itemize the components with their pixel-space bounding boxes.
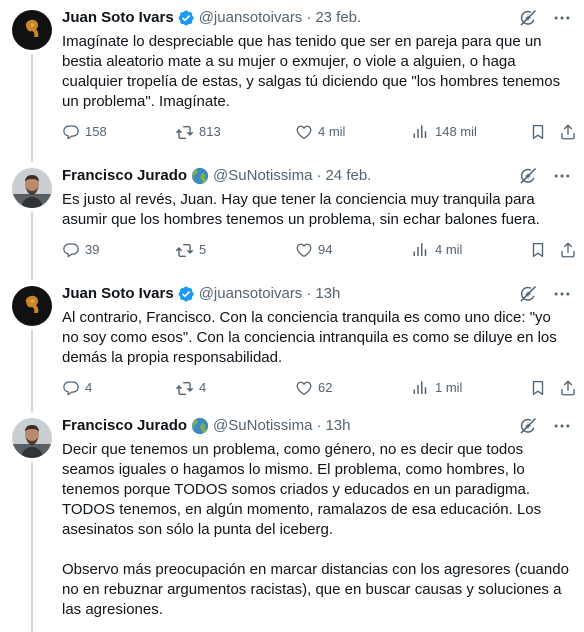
reply-icon — [62, 123, 80, 141]
bookmark-icon — [529, 241, 547, 259]
tweet-text: Al contrario, Francisco. Con la concienc… — [62, 309, 561, 366]
retweet-count: 813 — [199, 124, 221, 139]
tweet-text: Es justo al revés, Juan. Hay que tener l… — [62, 191, 540, 228]
avatar-image — [12, 10, 52, 50]
like-count: 62 — [318, 380, 333, 395]
share-button[interactable] — [559, 122, 577, 142]
views-button[interactable]: 4 mil — [412, 240, 462, 260]
globe-emoji-icon — [191, 167, 209, 185]
reply-count: 4 — [85, 380, 93, 395]
verified-badge-icon — [177, 9, 195, 27]
reply-button[interactable]: 39 — [62, 240, 99, 260]
views-count: 4 mil — [435, 242, 463, 257]
share-icon — [559, 241, 577, 259]
action-bar: 158 813 4 mil 148 mil — [62, 122, 578, 142]
user-handle[interactable]: @SuNotissima — [213, 416, 312, 436]
bookmark-icon — [529, 379, 547, 397]
action-bar: 39 5 94 4 mil — [62, 240, 578, 260]
reply-button[interactable]: 158 — [62, 122, 107, 142]
avatar[interactable] — [12, 286, 52, 326]
retweet-button[interactable]: 813 — [175, 122, 221, 142]
grok-icon[interactable] — [518, 166, 538, 186]
user-handle[interactable]: @SuNotissima — [213, 166, 312, 186]
display-name[interactable]: Francisco Jurado — [62, 166, 187, 186]
views-icon — [412, 241, 430, 259]
globe-emoji-icon — [191, 417, 209, 435]
grok-icon[interactable] — [518, 284, 538, 304]
avatar[interactable] — [12, 168, 52, 208]
share-icon — [559, 379, 577, 397]
retweet-count: 4 — [199, 380, 207, 395]
retweet-icon — [175, 123, 194, 142]
action-bar: 4 4 62 1 mil — [62, 378, 578, 398]
reply-button[interactable]: 4 — [62, 378, 92, 398]
views-count: 1 mil — [435, 380, 463, 395]
views-icon — [412, 379, 430, 397]
timestamp[interactable]: 24 feb. — [325, 166, 371, 186]
like-button[interactable]: 4 mil — [295, 122, 345, 142]
heart-icon — [295, 379, 313, 397]
share-button[interactable] — [559, 240, 577, 260]
display-name[interactable]: Juan Soto Ivars — [62, 8, 174, 28]
like-count: 94 — [318, 242, 333, 257]
reply-count: 39 — [85, 242, 100, 257]
display-name[interactable]: Juan Soto Ivars — [62, 284, 174, 304]
tweet-header: Francisco Jurado @SuNotissima · 24 feb. — [62, 166, 572, 186]
bookmark-button[interactable] — [529, 240, 547, 260]
retweet-count: 5 — [199, 242, 207, 257]
views-icon — [412, 123, 430, 141]
like-button[interactable]: 94 — [295, 240, 332, 260]
grok-icon[interactable] — [518, 416, 538, 436]
user-handle[interactable]: @juansotoivars — [199, 284, 303, 304]
avatar[interactable] — [12, 10, 52, 50]
timestamp[interactable]: 13h — [325, 416, 350, 436]
reply-icon — [62, 379, 80, 397]
tweet-text: Decir que tenemos un problema, como géne… — [62, 441, 569, 618]
tweet-header: Francisco Jurado @SuNotissima · 13h — [62, 416, 572, 436]
share-button[interactable] — [559, 378, 577, 398]
reply-count: 158 — [85, 124, 107, 139]
bookmark-button[interactable] — [529, 122, 547, 142]
views-button[interactable]: 1 mil — [412, 378, 462, 398]
tweet[interactable]: Juan Soto Ivars @juansotoivars · 13h Al … — [0, 276, 584, 408]
separator-dot: · — [306, 9, 312, 26]
timestamp[interactable]: 23 feb. — [315, 8, 361, 28]
share-icon — [559, 123, 577, 141]
grok-icon[interactable] — [518, 8, 538, 28]
tweet-header: Juan Soto Ivars @juansotoivars · 23 feb. — [62, 8, 572, 28]
tweet-text: Imagínate lo despreciable que has tenido… — [62, 33, 565, 110]
separator-dot: · — [306, 285, 312, 302]
verified-badge-icon — [177, 285, 195, 303]
reply-icon — [62, 241, 80, 259]
bookmark-icon — [529, 123, 547, 141]
tweet[interactable]: Juan Soto Ivars @juansotoivars · 23 feb.… — [0, 0, 584, 158]
more-icon[interactable] — [552, 8, 572, 28]
retweet-icon — [175, 241, 194, 260]
avatar-image — [12, 168, 52, 208]
avatar-image — [12, 286, 52, 326]
tweet-header: Juan Soto Ivars @juansotoivars · 13h — [62, 284, 572, 304]
tweet[interactable]: Francisco Jurado @SuNotissima · 13h Deci… — [0, 408, 584, 632]
retweet-button[interactable]: 5 — [175, 240, 206, 260]
timestamp[interactable]: 13h — [315, 284, 340, 304]
avatar[interactable] — [12, 418, 52, 458]
retweet-icon — [175, 379, 194, 398]
views-button[interactable]: 148 mil — [412, 122, 477, 142]
bookmark-button[interactable] — [529, 378, 547, 398]
retweet-button[interactable]: 4 — [175, 378, 206, 398]
like-button[interactable]: 62 — [295, 378, 332, 398]
more-icon[interactable] — [552, 284, 572, 304]
views-count: 148 mil — [435, 124, 477, 139]
avatar-image — [12, 418, 52, 458]
separator-dot: · — [316, 167, 322, 184]
user-handle[interactable]: @juansotoivars — [199, 8, 303, 28]
more-icon[interactable] — [552, 166, 572, 186]
tweet[interactable]: Francisco Jurado @SuNotissima · 24 feb. … — [0, 158, 584, 278]
heart-icon — [295, 241, 313, 259]
heart-icon — [295, 123, 313, 141]
display-name[interactable]: Francisco Jurado — [62, 416, 187, 436]
separator-dot: · — [316, 417, 322, 434]
like-count: 4 mil — [318, 124, 346, 139]
more-icon[interactable] — [552, 416, 572, 436]
